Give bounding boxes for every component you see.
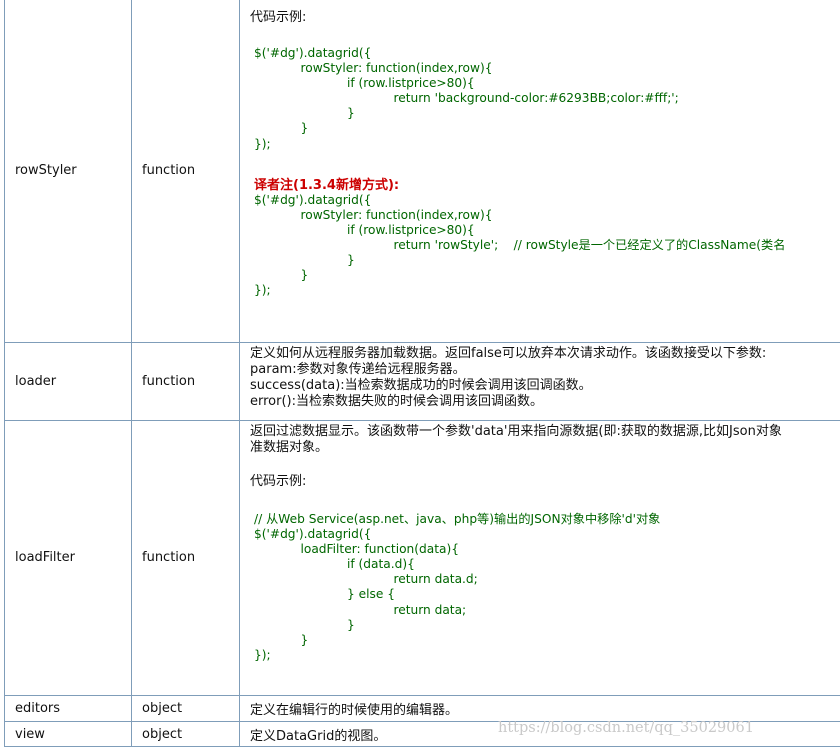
table-row-loader: loader function 定义如何从远程服务器加载数据。返回false可以… (5, 342, 840, 421)
property-name: view (5, 721, 132, 747)
code-example-label: 代码示例: (250, 10, 307, 25)
description-text: 返回过滤数据显示。该函数带一个参数'data'用来指向源数据(即:获取的数据源,… (250, 424, 782, 455)
table-row-rowstyler: rowStyler function 代码示例: $('#dg').datagr… (5, 0, 840, 343)
property-type: object (132, 721, 240, 747)
table-row-loadfilter: loadFilter function 返回过滤数据显示。该函数带一个参数'da… (5, 420, 840, 696)
property-name: editors (5, 695, 132, 721)
property-description: 代码示例: $('#dg').datagrid({ rowStyler: fun… (240, 0, 840, 342)
property-name: loader (5, 342, 132, 420)
code-block: // 从Web Service(asp.net、java、php等)输出的JSO… (254, 512, 661, 662)
code-block: $('#dg').datagrid({ rowStyler: function(… (254, 192, 786, 298)
code-block: $('#dg').datagrid({ rowStyler: function(… (254, 46, 679, 151)
table-row-editors: editors object 定义在编辑行的时候使用的编辑器。 (5, 695, 840, 722)
property-type: object (132, 695, 240, 721)
property-type: function (132, 342, 240, 420)
code-example-label: 代码示例: (250, 474, 307, 489)
translator-note: 译者注(1.3.4新增方式): (254, 177, 400, 193)
property-type: function (132, 0, 240, 342)
property-type: function (132, 420, 240, 695)
property-description: 定义如何从远程服务器加载数据。返回false可以放弃本次请求动作。该函数接受以下… (240, 342, 840, 420)
property-name: loadFilter (5, 420, 132, 695)
description-text: 定义如何从远程服务器加载数据。返回false可以放弃本次请求动作。该函数接受以下… (250, 346, 767, 409)
property-description: 返回过滤数据显示。该函数带一个参数'data'用来指向源数据(即:获取的数据源,… (240, 420, 840, 695)
property-table: rowStyler function 代码示例: $('#dg').datagr… (4, 0, 840, 747)
property-name: rowStyler (5, 0, 132, 342)
description-text: 定义在编辑行的时候使用的编辑器。 (250, 702, 459, 718)
blog-watermark: https://blog.csdn.net/qq_35029061 (498, 720, 754, 736)
